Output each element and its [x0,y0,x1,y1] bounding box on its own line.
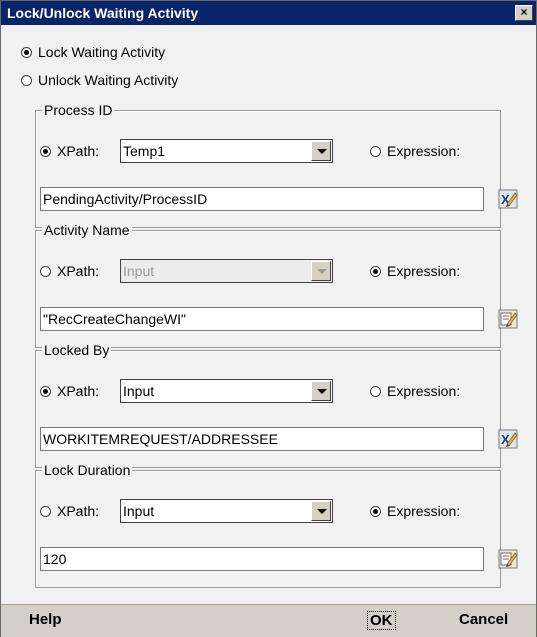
button-bar: Help OK Cancel [1,604,536,637]
expression-radio[interactable]: Expression: [370,143,460,159]
expression-label: Expression: [387,263,461,279]
close-icon: × [520,5,528,19]
dialog-window: Lock/Unlock Waiting Activity × Lock Wait… [0,0,537,637]
xpath-label: XPath: [57,143,100,159]
xpath-combo[interactable]: Input [120,379,333,403]
dialog-title: Lock/Unlock Waiting Activity [7,5,199,21]
chevron-down-icon[interactable] [311,261,331,281]
group-legend: Activity Name [42,222,132,238]
xpath-radio[interactable]: XPath: [40,263,99,279]
xpath-radio-indicator[interactable] [40,385,51,397]
expression-radio-indicator[interactable] [370,145,381,157]
process-id-group: Process ID XPath: Temp1 Expression: Pend… [35,102,518,228]
chevron-down-icon[interactable] [311,501,331,521]
xpath-combo-value: Input [123,263,155,279]
expression-editor-icon[interactable] [498,549,518,569]
xpath-combo[interactable]: Input [120,259,333,283]
expression-radio-indicator[interactable] [370,385,381,397]
activity-name-group: Activity Name XPath: Input Expression: "… [35,222,518,348]
close-button[interactable]: × [515,5,533,21]
xpath-label: XPath: [57,383,100,399]
group-legend: Locked By [42,342,112,358]
value-field-text: PendingActivity/ProcessID [43,191,208,207]
expression-radio-indicator[interactable] [370,505,381,517]
expression-editor-icon[interactable] [498,309,518,329]
expression-radio[interactable]: Expression: [370,263,460,279]
value-field[interactable]: PendingActivity/ProcessID [40,187,484,211]
xpath-radio[interactable]: XPath: [40,503,99,519]
expression-label: Expression: [387,503,461,519]
xpath-label: XPath: [57,263,100,279]
expression-radio[interactable]: Expression: [370,383,460,399]
xpath-radio[interactable]: XPath: [40,383,99,399]
xpath-radio-indicator[interactable] [40,265,51,277]
xpath-radio-indicator[interactable] [40,505,51,517]
chevron-down-icon[interactable] [311,141,331,161]
lock-radio-label: Lock Waiting Activity [38,44,166,60]
xpath-radio-indicator[interactable] [40,145,51,157]
value-field-text: "RecCreateChangeWI" [43,311,187,327]
title-bar[interactable]: Lock/Unlock Waiting Activity × [1,1,536,25]
help-button[interactable]: Help [29,611,62,628]
xpath-radio[interactable]: XPath: [40,143,99,159]
xpath-combo-value: Temp1 [123,143,166,159]
value-field-text: 120 [43,551,67,567]
lock-radio[interactable]: Lock Waiting Activity [21,44,165,60]
expression-radio[interactable]: Expression: [370,503,460,519]
value-field[interactable]: WORKITEMREQUEST/ADDRESSEE [40,427,484,451]
value-field[interactable]: 120 [40,547,484,571]
chevron-down-icon[interactable] [311,381,331,401]
xpath-combo-value: Input [123,503,155,519]
group-legend: Lock Duration [42,462,133,478]
expression-radio-indicator[interactable] [370,265,381,277]
group-legend: Process ID [42,102,115,118]
unlock-radio[interactable]: Unlock Waiting Activity [21,72,178,88]
dialog-content: Lock Waiting Activity Unlock Waiting Act… [1,25,536,604]
xpath-editor-icon[interactable]: X [498,429,518,449]
unlock-radio-indicator[interactable] [21,74,32,86]
xpath-combo-value: Input [123,383,155,399]
lock-duration-group: Lock Duration XPath: Input Expression: 1… [35,462,518,588]
expression-label: Expression: [387,143,461,159]
unlock-radio-label: Unlock Waiting Activity [38,72,179,88]
expression-label: Expression: [387,383,461,399]
lock-radio-indicator[interactable] [21,46,32,58]
xpath-combo[interactable]: Input [120,499,333,523]
locked-by-group: Locked By XPath: Input Expression: WORKI… [35,342,518,468]
xpath-label: XPath: [57,503,100,519]
ok-button[interactable]: OK [367,611,396,630]
value-field[interactable]: "RecCreateChangeWI" [40,307,484,331]
xpath-combo[interactable]: Temp1 [120,139,333,163]
cancel-button[interactable]: Cancel [459,611,508,628]
xpath-editor-icon[interactable]: X [498,189,518,209]
value-field-text: WORKITEMREQUEST/ADDRESSEE [43,431,278,447]
